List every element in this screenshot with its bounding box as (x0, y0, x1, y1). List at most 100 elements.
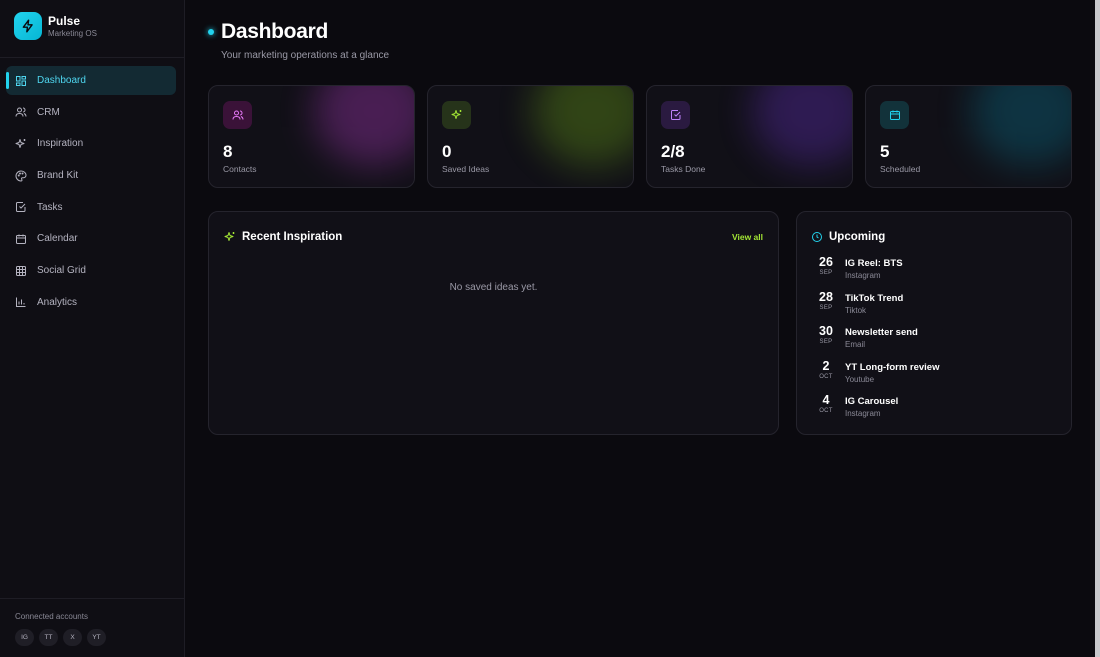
sidebar-item-inspiration[interactable]: Inspiration (6, 129, 176, 158)
divider (0, 57, 184, 58)
page-title: Dashboard (221, 20, 328, 43)
connected-accounts: IG TT X YT (15, 629, 111, 646)
stat-card-scheduled[interactable]: 5 Scheduled (865, 85, 1072, 188)
stat-card-tasks-done[interactable]: 2/8 Tasks Done (646, 85, 853, 188)
account-chip-ig[interactable]: IG (15, 629, 34, 646)
event-day: 4 (822, 393, 830, 408)
sparkles-icon (15, 138, 27, 150)
users-icon (223, 101, 252, 129)
event-platform: Email (845, 340, 866, 350)
stat-label: Contacts (223, 164, 257, 174)
sidebar-item-dashboard[interactable]: Dashboard (6, 66, 176, 95)
users-icon (15, 106, 27, 118)
sidebar-item-calendar[interactable]: Calendar (6, 224, 176, 253)
panel-title: Recent Inspiration (242, 231, 343, 243)
clock-icon (812, 232, 822, 242)
event-title: TikTok Trend (845, 292, 904, 304)
event-month: SEP (819, 339, 833, 346)
list-item[interactable]: 2 OCT YT Long-form review Youtube (815, 358, 940, 395)
panel-header: Upcoming (811, 231, 885, 243)
sidebar-item-label: Dashboard (37, 75, 86, 86)
event-date: 30 SEP (815, 325, 837, 360)
account-chip-x[interactable]: X (63, 629, 82, 646)
event-month: OCT (819, 373, 833, 380)
event-month: SEP (819, 270, 833, 276)
card-glow (752, 86, 852, 166)
sidebar-item-label: Tasks (37, 201, 63, 213)
panel-title: Upcoming (829, 231, 886, 243)
view-all-link[interactable]: View all (732, 232, 763, 242)
event-month: OCT (819, 408, 833, 415)
brand-subtitle: Marketing OS (48, 28, 97, 38)
stat-card-saved-ideas[interactable]: 0 Saved Ideas (427, 85, 634, 188)
sidebar-item-label: CRM (37, 106, 60, 118)
panel-header: Recent Inspiration (224, 231, 342, 243)
card-glow (533, 86, 633, 166)
lightning-icon (14, 12, 42, 40)
connected-accounts-label: Connected accounts (15, 612, 88, 621)
upcoming-panel: Upcoming 26 SEP IG Reel: BTS Instagram 2… (796, 211, 1072, 435)
event-platform: Youtube (845, 374, 875, 384)
brand[interactable]: Pulse Marketing OS (14, 12, 97, 40)
list-item[interactable]: 28 SEP TikTok Trend Tiktok (815, 290, 939, 326)
status-dot (208, 29, 214, 35)
event-month: SEP (819, 304, 833, 311)
stat-value: 5 (880, 142, 890, 161)
calendar-icon (880, 101, 909, 129)
grid-icon (15, 265, 27, 277)
page-subtitle: Your marketing operations at a glance (221, 50, 390, 61)
checkbox-icon (15, 201, 27, 213)
dashboard-icon (15, 75, 27, 87)
sidebar-item-label: Calendar (37, 233, 78, 245)
stat-card-contacts[interactable]: 8 Contacts (208, 85, 415, 188)
list-item[interactable]: 4 OCT IG Carousel Instagram (815, 394, 939, 429)
upcoming-list: 26 SEP IG Reel: BTS Instagram 28 SEP Tik… (815, 256, 939, 429)
empty-state: No saved ideas yet. (449, 282, 538, 293)
sidebar-item-tasks[interactable]: Tasks (6, 193, 176, 222)
sidebar-item-label: Inspiration (37, 138, 84, 150)
event-day: 2 (822, 358, 830, 373)
card-glow (971, 86, 1071, 166)
event-title: IG Carousel (845, 396, 899, 408)
sidebar-item-crm[interactable]: CRM (6, 98, 176, 127)
event-title: IG Reel: BTS (845, 258, 903, 269)
checkbox-icon (661, 101, 690, 129)
sidebar-nav: Dashboard CRM Inspiration Brand Kit Task… (6, 66, 176, 320)
recent-inspiration-panel: Recent Inspiration View all No saved ide… (208, 211, 779, 435)
event-day: 26 (819, 255, 833, 269)
stat-label: Scheduled (880, 164, 921, 174)
sidebar-item-brand-kit[interactable]: Brand Kit (6, 161, 176, 190)
stat-value: 8 (223, 142, 233, 161)
event-date: 4 OCT (815, 394, 837, 429)
stat-value: 0 (442, 142, 452, 161)
stat-label: Saved Ideas (442, 164, 490, 174)
window-scrollbar[interactable] (1095, 0, 1100, 657)
event-date: 26 SEP (815, 256, 837, 291)
account-chip-tt[interactable]: TT (39, 629, 58, 646)
account-chip-yt[interactable]: YT (87, 629, 106, 646)
sidebar: Pulse Marketing OS Dashboard CRM Inspira… (0, 0, 185, 657)
sparkles-icon (224, 232, 235, 241)
stat-value: 2/8 (661, 142, 685, 161)
event-day: 30 (819, 324, 833, 339)
stat-label: Tasks Done (661, 164, 706, 174)
event-date: 2 OCT (815, 358, 837, 395)
event-title: YT Long-form review (845, 361, 940, 373)
sparkles-icon (442, 101, 471, 129)
sidebar-item-label: Brand Kit (37, 170, 79, 182)
event-platform: Instagram (845, 409, 881, 419)
event-title: Newsletter send (845, 327, 918, 339)
sidebar-item-social-grid[interactable]: Social Grid (6, 256, 176, 285)
sidebar-item-analytics[interactable]: Analytics (6, 288, 176, 317)
palette-icon (15, 170, 27, 182)
list-item[interactable]: 30 SEP Newsletter send Email (815, 325, 939, 360)
bar-chart-icon (15, 296, 27, 308)
sidebar-item-label: Social Grid (37, 265, 86, 277)
sidebar-item-label: Analytics (37, 296, 78, 308)
brand-name: Pulse (48, 13, 81, 28)
event-date: 28 SEP (815, 290, 837, 326)
divider (0, 598, 184, 599)
card-glow (314, 86, 414, 166)
event-platform: Instagram (845, 271, 881, 280)
list-item[interactable]: 26 SEP IG Reel: BTS Instagram (815, 256, 939, 291)
